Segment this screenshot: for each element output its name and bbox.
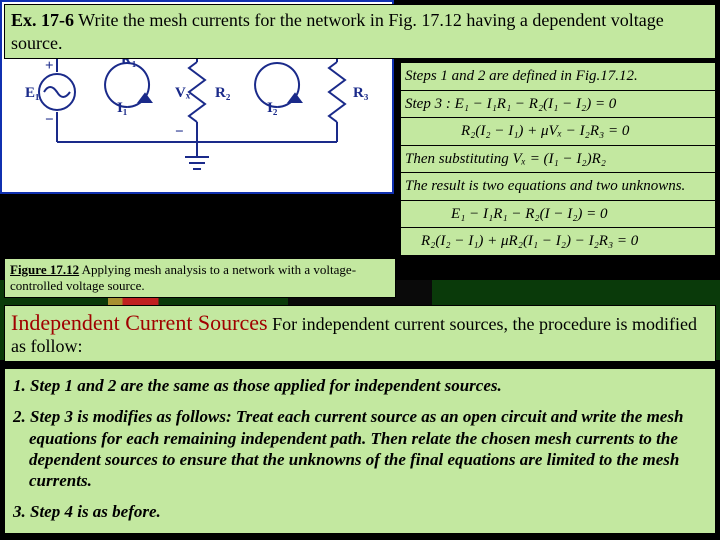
example-number: Ex. 17-6 [11,10,74,30]
svg-text:I₁: I₁ [117,100,127,116]
svg-text:R₂: R₂ [215,85,231,101]
math-line-1: Steps 1 and 2 are defined in Fig.17.12. [400,62,716,91]
figure-caption-box: Figure 17.12 Applying mesh analysis to a… [4,258,396,298]
independent-current-sources-box: Independent Current Sources For independ… [4,305,716,362]
math-line-5: The result is two equations and two unkn… [400,173,716,201]
ics-title: Independent Current Sources [11,310,268,335]
example-header-box: Ex. 17-6 Write the mesh currents for the… [4,4,716,59]
step-3: 3. Step 4 is as before. [13,501,707,522]
step-2: 2. Step 3 is modifies as follows: Treat … [13,406,707,491]
step-1: 1. Step 1 and 2 are the same as those ap… [13,375,707,396]
math-line-7: R₂(I₂ − I₁) + μR₂(I₁ − I₂) − I₂R₃ = 0 [400,228,716,256]
svg-text:R₃: R₃ [353,85,369,101]
math-derivation: Steps 1 and 2 are defined in Fig.17.12. … [400,62,716,256]
svg-text:E₁: E₁ [25,85,40,101]
math-line-4: Then substituting Vₓ = (I₁ − I₂)R₂ [400,146,716,174]
svg-text:+: + [45,58,54,74]
math-line-2: Step 3 : E₁ − I₁R₁ − R₂(I₁ − I₂) = 0 [400,91,716,119]
math-line-3: R₂(I₂ − I₁) + μVₓ − I₂R₃ = 0 [400,118,716,146]
example-text: Write the mesh currents for the network … [11,10,664,53]
svg-text:−: − [45,112,54,128]
figure-number: Figure 17.12 [10,262,79,277]
svg-text:Vₓ: Vₓ [175,85,191,101]
svg-text:I₂: I₂ [267,100,278,116]
math-line-6: E₁ − I₁R₁ − R₂(I − I₂) = 0 [400,201,716,229]
procedure-steps-box: 1. Step 1 and 2 are the same as those ap… [4,368,716,534]
svg-text:−: − [175,124,184,140]
